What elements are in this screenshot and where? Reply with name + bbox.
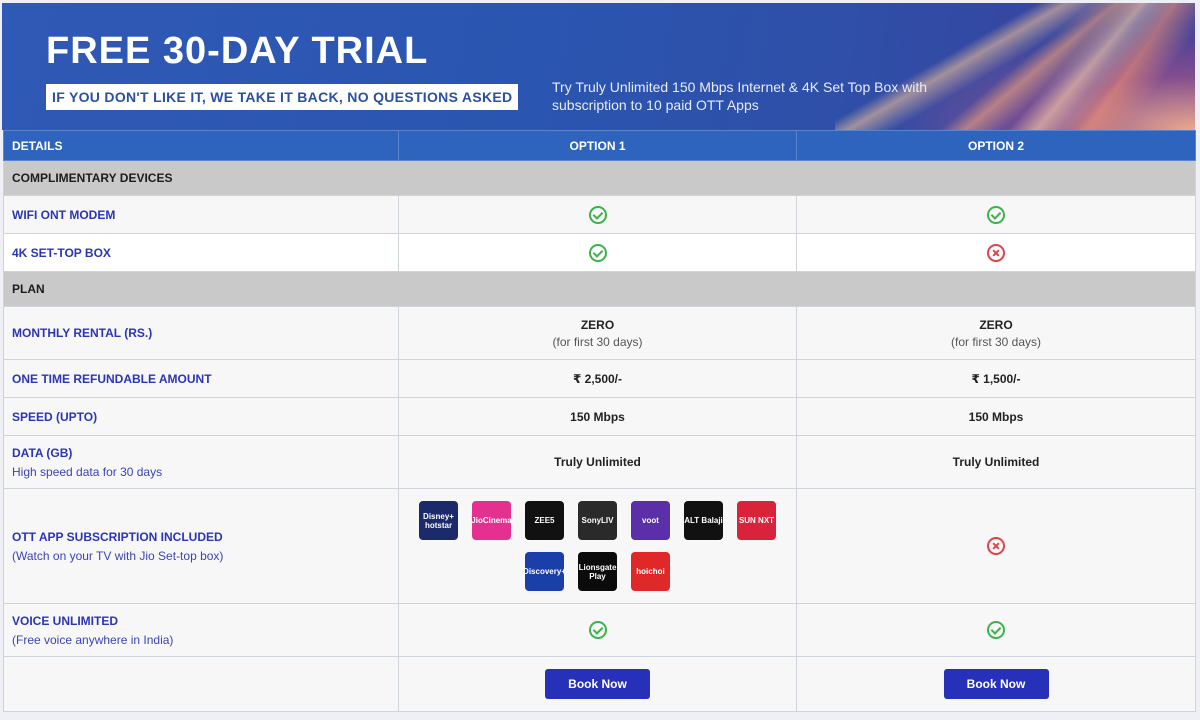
- rental-note: (for first 30 days): [950, 334, 1042, 349]
- header-details: DETAILS: [3, 130, 399, 161]
- row-label: SPEED (UPTO): [3, 397, 399, 436]
- section-title: COMPLIMENTARY DEVICES: [3, 160, 1196, 196]
- cross-icon: [987, 537, 1005, 555]
- section-title: PLAN: [3, 271, 1196, 307]
- cross-icon: [987, 243, 1005, 262]
- row-sublabel: (Watch on your TV with Jio Set-top box): [12, 548, 224, 563]
- table-row: DATA (GB) High speed data for 30 days Tr…: [3, 435, 1196, 489]
- rental-note: (for first 30 days): [552, 334, 643, 349]
- trial-plans-page: FREE 30-DAY TRIAL IF YOU DON'T LIKE IT, …: [0, 0, 1200, 720]
- table-header-row: DETAILS OPTION 1 OPTION 2: [3, 130, 1196, 161]
- speed-value: 150 Mbps: [398, 397, 797, 436]
- banner-description: Try Truly Unlimited 150 Mbps Internet & …: [552, 79, 928, 113]
- refundable-value: ₹ 1,500/-: [796, 359, 1196, 398]
- section-complimentary-devices: COMPLIMENTARY DEVICES: [3, 160, 1196, 196]
- book-now-button-option-1[interactable]: Book Now: [545, 669, 650, 699]
- ott-app-grid: Disney+ hotstar JioCinema ZEE5 SonyLIV voot A…: [399, 489, 796, 603]
- ott-app-logo: JioCinema: [472, 501, 511, 540]
- banner-title: FREE 30-DAY TRIAL: [46, 30, 429, 72]
- table-row: WIFI ONT MODEM: [3, 195, 1196, 234]
- data-value: Truly Unlimited: [398, 435, 797, 489]
- row-sublabel: High speed data for 30 days: [12, 464, 163, 479]
- row-label: ONE TIME REFUNDABLE AMOUNT: [3, 359, 399, 398]
- ott-app-logo: Discovery+: [525, 552, 564, 591]
- row-label: DATA (GB): [12, 445, 73, 460]
- book-now-button-option-2[interactable]: Book Now: [943, 669, 1049, 699]
- table-row: OTT APP SUBSCRIPTION INCLUDED (Watch on …: [3, 488, 1196, 604]
- row-label: 4K SET-TOP BOX: [3, 233, 399, 272]
- ott-app-logo: SonyLIV: [578, 501, 617, 540]
- data-value: Truly Unlimited: [796, 435, 1196, 489]
- row-sublabel: (Free voice anywhere in India): [12, 632, 174, 647]
- check-icon: [588, 205, 607, 224]
- ott-app-logo: ZEE5: [525, 501, 564, 540]
- row-label: OTT APP SUBSCRIPTION INCLUDED: [12, 529, 223, 544]
- check-icon: [987, 621, 1005, 639]
- table-row: SPEED (UPTO) 150 Mbps 150 Mbps: [3, 397, 1196, 436]
- table-row-actions: Book Now Book Now: [3, 656, 1196, 712]
- header-option-1: OPTION 1: [398, 130, 797, 161]
- rental-value: ZERO: [580, 317, 615, 332]
- table-row: VOICE UNLIMITED (Free voice anywhere in …: [3, 603, 1196, 657]
- row-label: VOICE UNLIMITED: [12, 613, 119, 628]
- ott-app-logo: ALT Balaji: [684, 501, 723, 540]
- table-row: ONE TIME REFUNDABLE AMOUNT ₹ 2,500/- ₹ 1…: [3, 359, 1196, 398]
- table-row: 4K SET-TOP BOX: [3, 233, 1196, 272]
- banner-tagline: IF YOU DON'T LIKE IT, WE TAKE IT BACK, N…: [46, 84, 519, 110]
- refundable-value: ₹ 2,500/-: [398, 359, 797, 398]
- header-option-2: OPTION 2: [796, 130, 1196, 161]
- table-row: MONTHLY RENTAL (RS.) ZERO (for first 30 …: [3, 306, 1196, 360]
- section-plan: PLAN: [3, 271, 1196, 307]
- plan-comparison-table: DETAILS OPTION 1 OPTION 2 COMPLIMENTARY …: [3, 130, 1196, 712]
- rental-value: ZERO: [979, 317, 1013, 332]
- trial-banner: FREE 30-DAY TRIAL IF YOU DON'T LIKE IT, …: [2, 3, 1195, 130]
- ott-app-logo: SUN NXT: [737, 501, 776, 540]
- speed-value: 150 Mbps: [796, 397, 1196, 436]
- ott-app-logo: hoichoi: [631, 552, 670, 591]
- ott-app-logo: Disney+ hotstar: [419, 501, 458, 540]
- row-label: MONTHLY RENTAL (RS.): [3, 306, 399, 360]
- check-icon: [588, 243, 607, 262]
- check-icon: [987, 205, 1005, 224]
- ott-app-logo: Lionsgate Play: [578, 552, 617, 591]
- ott-app-logo: voot: [631, 501, 670, 540]
- check-icon: [588, 621, 607, 639]
- row-label: WIFI ONT MODEM: [3, 195, 399, 234]
